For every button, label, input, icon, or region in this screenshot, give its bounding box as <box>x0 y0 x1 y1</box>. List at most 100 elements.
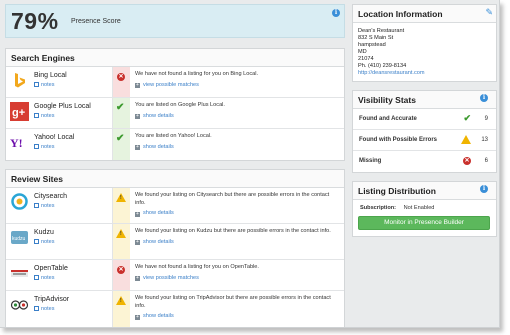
info-icon[interactable]: i <box>332 9 340 17</box>
message-text: We have not found a listing for you on O… <box>135 264 259 270</box>
location-title: Location Information <box>353 5 496 23</box>
info-icon[interactable]: i <box>480 185 488 193</box>
right-column: Location Information ✎ Dean's Restaurant… <box>352 4 497 245</box>
notes-icon <box>34 81 39 87</box>
search-engines-title: Search Engines <box>6 49 344 67</box>
error-x-icon: ✕ <box>117 73 125 81</box>
presence-score-value: 79% <box>11 8 59 34</box>
status-message: We found your listing on Citysearch but … <box>130 188 344 223</box>
notes-link[interactable]: notes <box>34 81 67 89</box>
distribution-title: Listing Distribution <box>353 182 496 200</box>
site-name: TripAdvisor <box>34 296 70 303</box>
message-text: We found your listing on Citysearch but … <box>135 192 330 206</box>
status-message: We found your listing on Kudzu but there… <box>130 224 344 259</box>
stat-count: 13 <box>481 137 488 143</box>
show-details-link[interactable]: + show details <box>135 313 340 321</box>
location-information-panel: Location Information ✎ Dean's Restaurant… <box>352 4 497 82</box>
site-cell: TripAdvisor notes <box>6 291 113 327</box>
notes-icon <box>34 112 39 118</box>
subscription-value: Not Enabled <box>403 205 435 211</box>
stat-row-missing: Missing ✕ 6 <box>353 151 496 172</box>
stat-label: Found and Accurate <box>359 116 417 122</box>
svg-text:g+: g+ <box>12 107 25 119</box>
plus-expand-icon: + <box>135 113 140 119</box>
info-icon[interactable]: i <box>480 94 488 102</box>
listing-row-citysearch: Citysearch notes ! We found your listing… <box>6 188 344 224</box>
listing-row-google-plus: g+ Google Plus Local notes ✔ You are lis… <box>6 98 344 129</box>
status-message: We have not found a listing for you on O… <box>130 260 344 290</box>
show-details-link[interactable]: + show details <box>135 210 340 218</box>
svg-text:Y!: Y! <box>10 136 23 150</box>
site-name: Kudzu <box>34 229 54 236</box>
notes-icon <box>34 143 39 149</box>
site-cell: OpenTable notes <box>6 260 113 290</box>
checkmark-icon: ✔ <box>116 102 125 113</box>
site-name: Google Plus Local <box>34 103 91 110</box>
notes-icon <box>34 202 39 208</box>
notes-link[interactable]: notes <box>34 238 54 246</box>
google-plus-logo-icon: g+ <box>10 102 29 121</box>
plus-expand-icon: + <box>135 144 140 150</box>
plus-expand-icon: + <box>135 313 140 320</box>
stat-label: Found with Possible Errors <box>359 137 438 143</box>
listing-row-opentable: OpenTable notes ✕ We have not found a li… <box>6 260 344 291</box>
notes-icon <box>34 274 39 280</box>
checkmark-icon: ✔ <box>116 133 125 144</box>
location-details: Dean's Restaurant 832 S Main St hampstea… <box>353 23 496 81</box>
view-possible-matches-link[interactable]: + view possible matches <box>135 82 340 90</box>
svg-text:kudzu: kudzu <box>12 236 26 242</box>
site-cell: Y! Yahoo! Local notes <box>6 129 113 160</box>
subscription-label: Subscription: <box>360 205 397 211</box>
stat-row-found-accurate: Found and Accurate ✔ 9 <box>353 109 496 130</box>
monitor-presence-builder-button[interactable]: Monitor in Presence Builder <box>358 216 490 230</box>
show-details-link[interactable]: + show details <box>135 113 340 121</box>
city: hampstead <box>358 42 386 48</box>
message-text: We found your listing on Kudzu but there… <box>135 228 331 234</box>
notes-link[interactable]: notes <box>34 274 68 282</box>
warning-triangle-icon: ! <box>116 193 126 202</box>
listing-distribution-panel: Listing Distribution i Subscription: Not… <box>352 181 497 237</box>
site-cell: kudzu Kudzu notes <box>6 224 113 259</box>
edit-pencil-icon[interactable]: ✎ <box>485 7 493 18</box>
notes-link[interactable]: notes <box>34 202 67 210</box>
status-message: We found your listing on TripAdvisor but… <box>130 291 344 327</box>
warning-triangle-icon: ! <box>116 229 126 238</box>
site-cell: g+ Google Plus Local notes <box>6 98 113 128</box>
subscription-status: Subscription: Not Enabled <box>358 205 491 211</box>
visibility-stats-panel: Visibility Stats i Found and Accurate ✔ … <box>352 90 497 173</box>
error-x-icon: ✕ <box>463 157 471 165</box>
presence-score-label: Presence Score <box>71 18 121 25</box>
listing-row-kudzu: kudzu Kudzu notes ! We found your listin… <box>6 224 344 260</box>
checkmark-icon: ✔ <box>463 113 471 123</box>
distribution-body: Subscription: Not Enabled Monitor in Pre… <box>353 200 496 236</box>
message-text: We have not found a listing for you on B… <box>135 71 259 77</box>
business-name: Dean's Restaurant <box>358 28 405 34</box>
tripadvisor-logo-icon <box>10 295 29 314</box>
notes-link[interactable]: notes <box>34 143 74 151</box>
show-details-link[interactable]: + show details <box>135 239 340 247</box>
state: MD <box>358 49 367 55</box>
website-link[interactable]: http://deansrestaurant.com <box>358 70 491 77</box>
site-name: Yahoo! Local <box>34 134 75 141</box>
notes-icon <box>34 305 39 311</box>
plus-expand-icon: + <box>135 210 140 217</box>
status-cell: ✔ <box>113 98 130 128</box>
view-possible-matches-link[interactable]: + view possible matches <box>135 275 340 283</box>
listing-row-bing: Bing Local notes ✕ We have not found a l… <box>6 67 344 98</box>
message-text: We found your listing on TripAdvisor but… <box>135 295 331 309</box>
status-cell: ! <box>113 224 130 259</box>
site-name: Citysearch <box>34 193 68 200</box>
site-cell: Bing Local notes <box>6 67 113 97</box>
message-text: You are listed on Google Plus Local. <box>135 102 225 108</box>
review-sites-panel: Review Sites Citysearch notes ! We found… <box>5 169 345 327</box>
show-details-link[interactable]: + show details <box>135 144 340 152</box>
notes-icon <box>34 238 39 244</box>
status-cell: ✔ <box>113 129 130 160</box>
phone-number: Ph. (410) 239-8134 <box>358 63 407 69</box>
kudzu-logo-icon: kudzu <box>10 228 29 247</box>
status-cell: ! <box>113 188 130 223</box>
stat-label: Missing <box>359 158 382 164</box>
notes-link[interactable]: notes <box>34 305 69 313</box>
stat-count: 9 <box>484 116 488 122</box>
notes-link[interactable]: notes <box>34 112 91 120</box>
